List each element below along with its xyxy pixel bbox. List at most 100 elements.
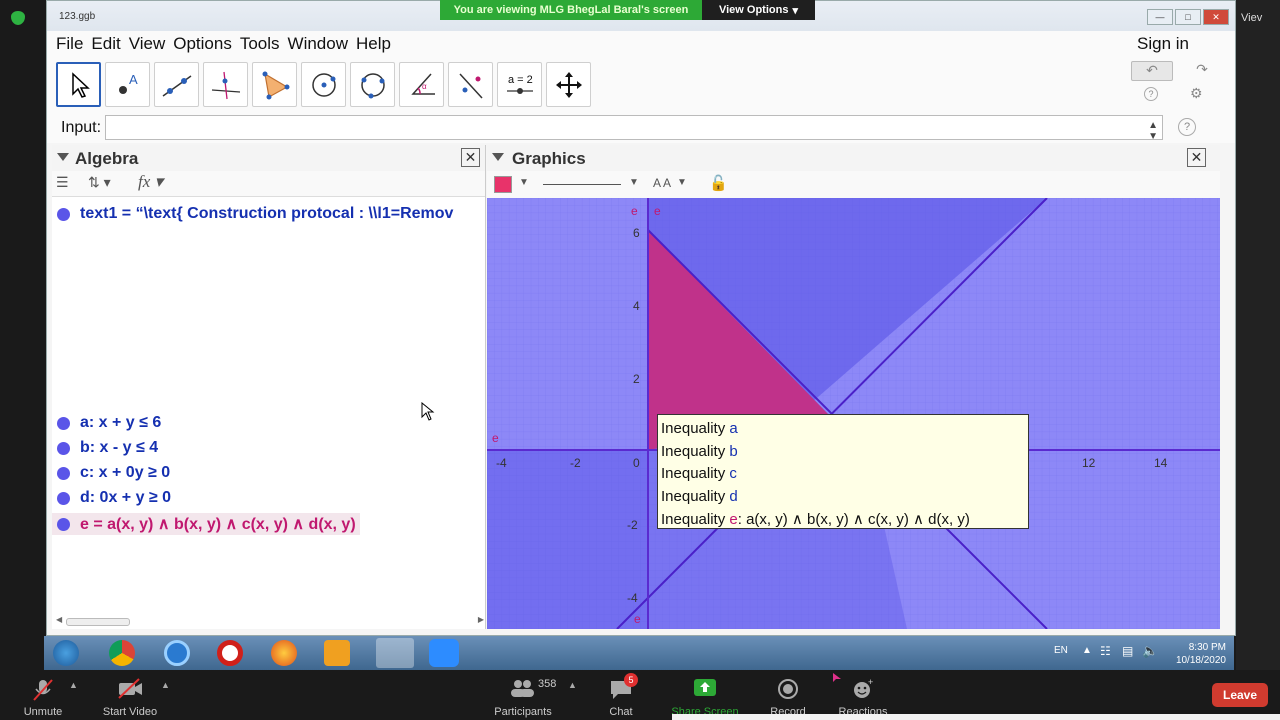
slider-icon: a = 2 <box>506 74 533 94</box>
close-algebra-button[interactable]: ✕ <box>461 148 480 167</box>
leave-meeting-button[interactable]: Leave <box>1212 683 1268 707</box>
menu-options[interactable]: Options <box>173 34 232 54</box>
list-item[interactable]: e = a(x, y) ∧ b(x, y) ∧ c(x, y) ∧ d(x, y… <box>52 513 360 535</box>
chrome-icon[interactable] <box>109 640 135 666</box>
unmute-button[interactable]: Unmute <box>24 706 63 718</box>
record-icon[interactable] <box>777 678 799 700</box>
view-options-button[interactable]: View Options ▾ <box>702 0 815 20</box>
video-camera-off-icon[interactable] <box>117 678 143 700</box>
list-item[interactable]: a: x + y ≤ 6 <box>52 412 161 434</box>
scrollbar-thumb[interactable] <box>66 618 130 626</box>
input-field[interactable]: ▲ ▼ <box>105 115 1163 142</box>
volume-icon[interactable]: 🔈 <box>1142 643 1158 659</box>
visibility-dot-icon[interactable] <box>57 207 70 221</box>
list-item[interactable]: d: 0x + y ≥ 0 <box>52 487 171 509</box>
media-player-icon[interactable] <box>324 640 350 666</box>
chevron-down-icon[interactable]: ▼ <box>629 177 639 188</box>
svg-text:+: + <box>868 678 873 687</box>
mouse-cursor-icon <box>833 673 841 682</box>
chevron-down-icon[interactable]: ▼ <box>519 177 529 188</box>
gear-icon[interactable]: ⚙ <box>1190 85 1203 102</box>
right-strip-text: Viev <box>1241 12 1263 24</box>
point-icon: A <box>118 72 138 94</box>
zoom-taskbar-icon[interactable] <box>429 639 459 667</box>
internet-explorer-icon[interactable] <box>164 640 190 666</box>
angle-tool-button[interactable]: α <box>399 62 444 107</box>
chevron-up-icon[interactable]: ▲ <box>69 680 78 690</box>
geogebra-taskbar-icon[interactable] <box>376 638 414 668</box>
tray-expand-icon[interactable]: ▲ <box>1082 645 1092 656</box>
microphone-muted-icon[interactable] <box>32 678 54 702</box>
line-tool-button[interactable] <box>154 62 199 107</box>
sign-in-link[interactable]: Sign in <box>1137 34 1189 54</box>
menu-file[interactable]: File <box>56 34 83 54</box>
minimize-button[interactable]: — <box>1147 9 1173 25</box>
signal-icon[interactable]: ▤ <box>1122 644 1133 658</box>
clock[interactable]: 8:30 PM 10/18/2020 <box>1176 641 1226 667</box>
close-window-button[interactable]: ✕ <box>1203 9 1229 25</box>
menu-help[interactable]: Help <box>356 34 391 54</box>
close-graphics-button[interactable]: ✕ <box>1187 148 1206 167</box>
reflect-tool-button[interactable] <box>448 62 493 107</box>
undo-button[interactable]: ↶ <box>1131 61 1173 81</box>
color-swatch-button[interactable] <box>494 176 512 193</box>
collapse-triangle-icon[interactable] <box>492 153 504 161</box>
redo-button[interactable]: ↷ <box>1181 61 1223 81</box>
slider-tool-button[interactable]: a = 2 <box>497 62 542 107</box>
help-icon[interactable]: ? <box>1144 87 1158 101</box>
visibility-dot-icon[interactable] <box>57 491 70 505</box>
visibility-dot-icon[interactable] <box>57 416 70 430</box>
menu-tools[interactable]: Tools <box>240 34 280 54</box>
menu-window[interactable]: Window <box>288 34 348 54</box>
point-tool-button[interactable]: A <box>105 62 150 107</box>
fx-icon[interactable]: fx ▾ <box>138 172 163 192</box>
menu-view[interactable]: View <box>129 34 166 54</box>
opera-icon[interactable] <box>217 640 243 666</box>
chat-button[interactable]: Chat <box>609 706 632 718</box>
list-item[interactable]: b: x - y ≤ 4 <box>52 437 158 459</box>
horizontal-scrollbar[interactable]: ◀ ▶ <box>56 615 484 627</box>
perpendicular-tool-button[interactable] <box>203 62 248 107</box>
chevron-down-icon[interactable]: ▼ <box>677 177 687 188</box>
chevron-up-icon[interactable]: ▲ <box>568 680 577 690</box>
lock-icon[interactable]: 🔓 <box>709 174 728 192</box>
reactions-icon[interactable]: + <box>851 678 875 700</box>
collapse-triangle-icon[interactable] <box>57 153 69 161</box>
move-graphics-tool-button[interactable] <box>546 62 591 107</box>
line-style-preview[interactable] <box>543 184 621 185</box>
font-size-button[interactable]: A A <box>653 176 671 190</box>
circle-center-tool-button[interactable] <box>301 62 346 107</box>
undo-icon: ↶ <box>1146 62 1158 78</box>
input-help-icon[interactable]: ? <box>1178 118 1196 136</box>
share-screen-icon[interactable] <box>693 678 717 698</box>
participants-icon[interactable] <box>510 678 534 698</box>
start-video-button[interactable]: Start Video <box>103 706 157 718</box>
list-item[interactable]: text1 = “\text{ Construction protocal : … <box>52 203 484 225</box>
visibility-dot-icon[interactable] <box>57 441 70 455</box>
y-tick-label: 4 <box>633 299 640 313</box>
start-button-icon[interactable] <box>53 640 79 666</box>
sort-icon[interactable]: ⇅ ▾ <box>88 174 111 191</box>
scroll-right-icon[interactable]: ▶ <box>478 615 484 624</box>
auxiliary-objects-icon[interactable]: ☰ <box>56 174 69 191</box>
firefox-icon[interactable] <box>271 640 297 666</box>
circle-three-points-tool-button[interactable] <box>350 62 395 107</box>
chevron-up-icon[interactable]: ▲ <box>161 680 170 690</box>
svg-text:α: α <box>422 82 427 91</box>
network-icon[interactable]: ☷ <box>1100 644 1111 658</box>
language-indicator[interactable]: EN <box>1054 645 1068 656</box>
visibility-dot-icon[interactable] <box>57 466 70 480</box>
list-item[interactable]: c: x + 0y ≥ 0 <box>52 462 170 484</box>
chat-badge: 5 <box>624 673 638 687</box>
visibility-dot-icon[interactable] <box>57 517 70 531</box>
input-history-caret-icon[interactable]: ▲ ▼ <box>1148 120 1158 142</box>
move-tool-button[interactable] <box>56 62 101 107</box>
menu-edit[interactable]: Edit <box>91 34 120 54</box>
polygon-tool-button[interactable] <box>252 62 297 107</box>
maximize-button[interactable]: □ <box>1175 9 1201 25</box>
participants-button[interactable]: Participants <box>494 706 551 718</box>
algebra-title: Algebra <box>75 149 139 168</box>
scroll-left-icon[interactable]: ◀ <box>56 615 62 624</box>
object-label-e: e <box>631 204 638 218</box>
graphics-canvas[interactable]: -4 -2 0 12 14 6 4 2 -2 -4 e e e e Inequa… <box>487 198 1220 629</box>
